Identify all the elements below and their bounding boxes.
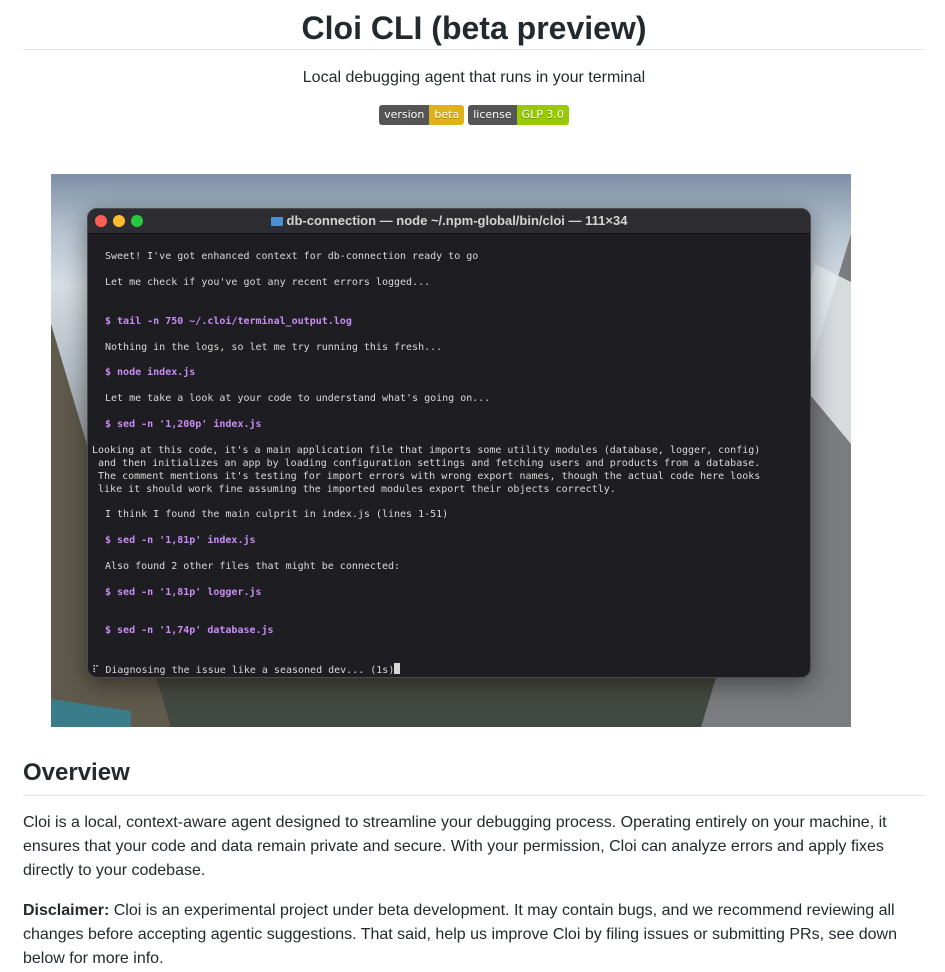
- readme-page: Cloi CLI (beta preview) Local debugging …: [23, 0, 925, 125]
- status-text: Diagnosing the issue like a seasoned dev…: [105, 665, 395, 676]
- page-title: Cloi CLI (beta preview): [23, 0, 925, 50]
- terminal-command: $ sed -n '1,74p' database.js: [105, 625, 274, 636]
- disclaimer-paragraph: Disclaimer: Cloi is an experimental proj…: [23, 899, 913, 971]
- license-badge-value: GLP 3.0: [516, 105, 569, 125]
- tagline: Local debugging agent that runs in your …: [302, 69, 646, 86]
- disclaimer-label: Disclaimer:: [23, 902, 110, 919]
- terminal-title: db-connection — node ~/.npm-global/bin/c…: [88, 209, 810, 233]
- spinner-icon: ⠏: [92, 665, 100, 676]
- terminal-window: db-connection — node ~/.npm-global/bin/c…: [87, 208, 811, 678]
- terminal-line: like it should work fine assuming the im…: [92, 484, 616, 495]
- terminal-command: $ node index.js: [105, 367, 196, 378]
- terminal-command: $ sed -n '1,81p' logger.js: [105, 587, 262, 598]
- terminal-command: $ tail -n 750 ~/.cloi/terminal_output.lo…: [105, 316, 352, 327]
- terminal-line: The comment mentions it's testing for im…: [92, 471, 761, 482]
- terminal-line: Sweet! I've got enhanced context for db-…: [105, 251, 479, 262]
- cursor: [394, 663, 401, 674]
- terminal-line: Nothing in the logs, so let me try runni…: [105, 342, 443, 353]
- terminal-title-text: db-connection — node ~/.npm-global/bin/c…: [286, 213, 628, 228]
- version-badge-label: version: [379, 105, 430, 125]
- terminal-status-line: ⠏ Diagnosing the issue like a seasoned d…: [92, 663, 401, 677]
- folder-icon: [270, 217, 283, 226]
- terminal-titlebar: db-connection — node ~/.npm-global/bin/c…: [88, 209, 810, 234]
- version-badge[interactable]: version beta: [379, 105, 465, 125]
- terminal-line: and then initializes an app by loading c…: [92, 458, 761, 469]
- terminal-line: I think I found the main culprit in inde…: [105, 509, 449, 520]
- terminal-line: Also found 2 other files that might be c…: [105, 561, 401, 572]
- demo-screenshot: db-connection — node ~/.npm-global/bin/c…: [51, 174, 851, 727]
- badge-row: version beta license GLP 3.0: [23, 105, 925, 125]
- terminal-line: Looking at this code, it's a main applic…: [92, 445, 761, 456]
- overview-heading: Overview: [23, 755, 925, 796]
- terminal-line: Let me check if you've got any recent er…: [105, 277, 431, 288]
- overview-paragraph: Cloi is a local, context-aware agent des…: [23, 814, 887, 879]
- license-badge[interactable]: license GLP 3.0: [468, 105, 569, 125]
- terminal-command: $ sed -n '1,81p' index.js: [105, 535, 256, 546]
- terminal-command: $ sed -n '1,200p' index.js: [105, 419, 262, 430]
- version-badge-value: beta: [429, 105, 465, 125]
- terminal-line: Let me take a look at your code to under…: [105, 393, 491, 404]
- license-badge-label: license: [468, 105, 517, 125]
- disclaimer-text: Cloi is an experimental project under be…: [23, 902, 897, 967]
